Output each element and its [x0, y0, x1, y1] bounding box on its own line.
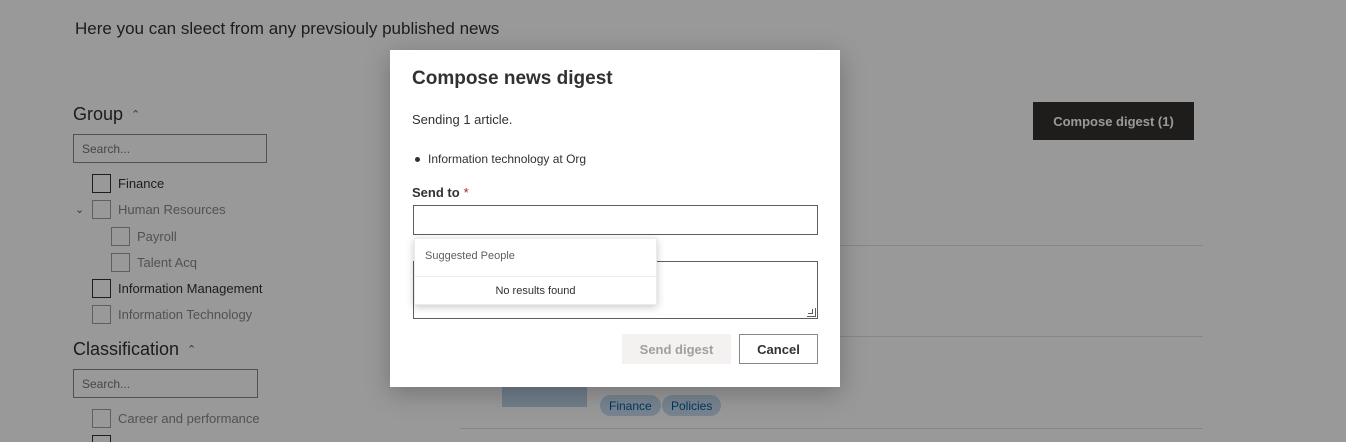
article-title: Information technology at Org	[428, 152, 587, 166]
required-marker: *	[463, 185, 469, 200]
article-list-item: Information technology at Org	[412, 152, 586, 166]
no-results-text: No results found	[495, 285, 576, 297]
send-to-label: Send to *	[412, 185, 469, 200]
dialog-title: Compose news digest	[412, 68, 613, 89]
send-digest-button[interactable]: Send digest	[622, 334, 731, 364]
resize-handle-icon[interactable]	[807, 308, 816, 317]
send-to-label-text: Send to	[412, 185, 460, 200]
suggestions-header: Suggested People	[425, 250, 515, 262]
suggestions-divider	[415, 276, 656, 277]
send-to-input[interactable]	[413, 205, 818, 235]
cancel-button[interactable]: Cancel	[739, 334, 818, 364]
people-suggestions-dropdown: Suggested People No results found	[414, 238, 657, 305]
dialog-subtitle: Sending 1 article.	[412, 112, 513, 127]
bullet-icon	[415, 156, 420, 162]
compose-digest-dialog: Compose news digest Sending 1 article. I…	[390, 50, 840, 387]
